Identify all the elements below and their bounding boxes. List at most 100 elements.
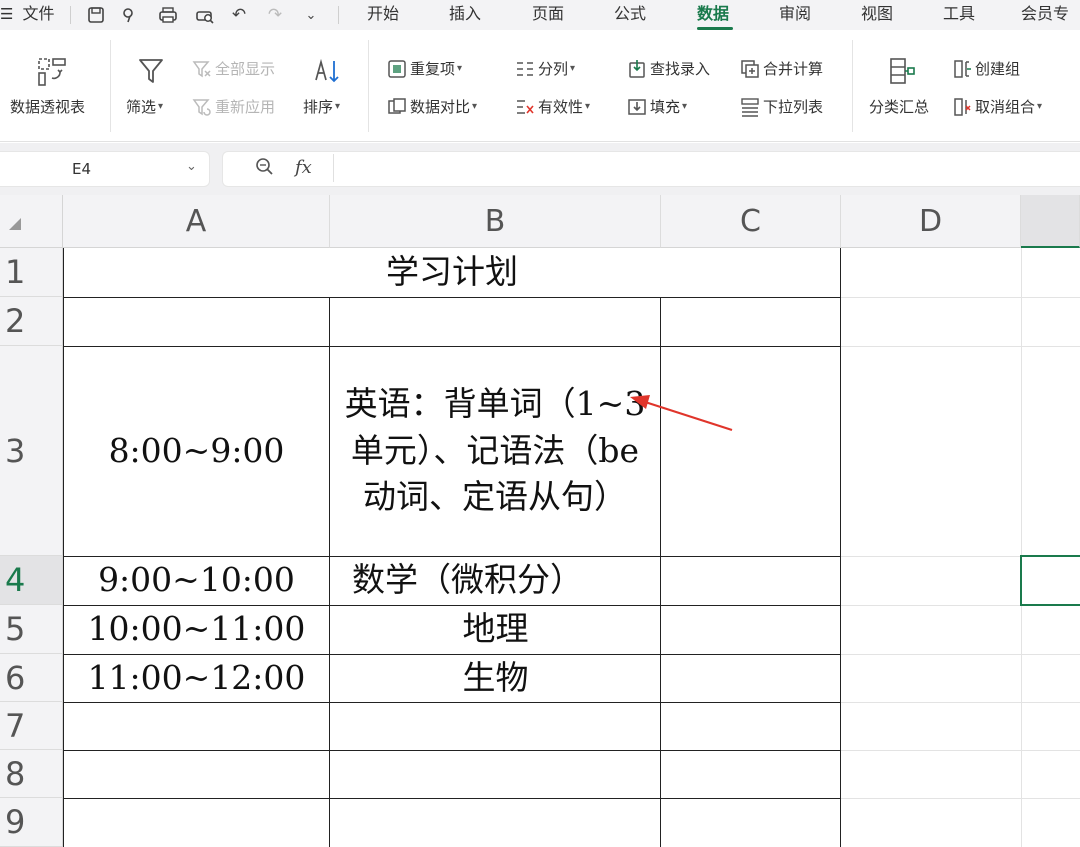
create-group-label: 创建组 [975,60,1021,78]
undo-icon[interactable]: ↶ [226,3,252,27]
show-all-button[interactable]: 全部显示 [192,58,275,79]
ungroup-button[interactable]: 取消组合 ▾ [952,96,1042,117]
tab-view[interactable]: 视图 [861,0,893,30]
cell-a3[interactable]: 8:00~9:00 [63,346,330,556]
lookup-entry-button[interactable]: 查找录入 [627,58,710,79]
fill-icon [627,97,647,117]
row-header-8[interactable]: 8 [0,750,63,798]
chevron-down-icon: ▾ [457,63,463,74]
table-border [840,248,841,847]
filter-clear-icon [192,59,212,79]
file-menu-label: 文件 [22,4,55,23]
compare-button[interactable]: 数据对比 ▾ [387,96,477,117]
cell-b6[interactable]: 生物 [330,654,661,702]
group-icon [952,59,972,79]
row-header-3[interactable]: 3 [0,346,63,556]
tab-data[interactable]: 数据 [697,0,729,30]
gridline [1021,248,1022,847]
column-header-e[interactable] [1021,195,1080,248]
tab-member[interactable]: 会员专 [1021,0,1069,30]
chevron-down-icon: ▾ [1037,101,1043,112]
select-all-corner[interactable] [0,195,63,248]
ribbon-divider [110,40,111,132]
filter-refresh-icon [192,97,212,117]
column-header-d[interactable]: D [841,195,1021,248]
split-column-label: 分列 [538,60,569,78]
zoom-icon[interactable] [255,157,275,182]
chevron-down-icon[interactable]: ⌄ [298,3,324,27]
cell-a4[interactable]: 9:00~10:00 [63,556,330,605]
file-menu[interactable]: ☰ 文件 [0,0,55,30]
name-box[interactable]: E4 ⌄ [0,151,210,187]
table-border [63,702,841,703]
row-header-9[interactable]: 9 [0,798,63,847]
cell-a6[interactable]: 11:00~12:00 [63,654,330,702]
duplicates-icon [387,59,407,79]
cell-b5[interactable]: 地理 [330,605,661,654]
column-header-b[interactable]: B [330,195,661,248]
reapply-button[interactable]: 重新应用 [192,96,275,117]
formula-input[interactable] [222,151,1080,187]
dropdown-list-label: 下拉列表 [763,98,824,116]
split-column-icon [515,59,535,79]
consolidate-button[interactable]: 合并计算 [740,58,823,79]
chevron-down-icon: ▾ [335,101,341,112]
redo-icon[interactable]: ↷ [262,3,288,27]
fill-button[interactable]: 填充 ▾ [627,96,687,117]
column-header-a[interactable]: A [63,195,330,248]
compare-label: 数据对比 [410,98,471,116]
filter-button[interactable]: 筛选 ▾ [126,96,163,117]
table-border [63,750,841,751]
chevron-down-icon: ▾ [570,63,576,74]
ungroup-icon [952,97,972,117]
cell-reference: E4 [72,160,92,178]
tab-tools[interactable]: 工具 [943,0,975,30]
cell-b3[interactable]: 英语：背单词（1~3单元）、记语法（be动词、定语从句） [336,346,654,556]
tab-review[interactable]: 审阅 [779,0,811,30]
chevron-down-icon: ▾ [682,101,688,112]
function-icon[interactable]: fx [295,157,312,178]
chevron-down-icon[interactable]: ⌄ [186,159,197,174]
ribbon-divider [852,40,853,132]
compare-icon [387,97,407,117]
row-header-5[interactable]: 5 [0,605,63,654]
subtotal-button[interactable]: 分类汇总 [869,96,929,117]
show-all-label: 全部显示 [215,60,276,78]
row-header-7[interactable]: 7 [0,702,63,750]
validity-button[interactable]: 有效性 ▾ [515,96,590,117]
export-icon[interactable] [117,3,143,27]
dropdown-list-icon [740,97,760,117]
tab-page[interactable]: 页面 [532,0,564,30]
pivot-table-button[interactable]: 数据透视表 [10,96,85,117]
print-preview-icon[interactable] [192,3,218,27]
tab-home[interactable]: 开始 [367,0,399,30]
sort-label: 排序 [303,98,334,116]
print-icon[interactable] [155,3,181,27]
create-group-button[interactable]: 创建组 [952,58,1020,79]
consolidate-label: 合并计算 [763,60,824,78]
split-column-button[interactable]: 分列 ▾ [515,58,575,79]
duplicates-button[interactable]: 重复项 ▾ [387,58,462,79]
cell-b4[interactable]: 数学（微积分） [330,556,661,605]
sort-button[interactable]: 排序 ▾ [303,96,340,117]
chevron-down-icon: ▾ [585,101,591,112]
title-cell[interactable]: 学习计划 [63,248,841,297]
ribbon-divider [368,40,369,132]
tab-formula[interactable]: 公式 [614,0,646,30]
row-header-4[interactable]: 4 [0,556,63,605]
annotation-arrow-icon [630,395,733,432]
table-border [63,297,841,298]
cell-a5[interactable]: 10:00~11:00 [63,605,330,654]
row-header-1[interactable]: 1 [0,248,63,297]
row-header-6[interactable]: 6 [0,654,63,702]
gridline [841,297,1080,298]
spreadsheet-grid[interactable]: A B C D 1 2 3 4 5 6 7 8 9 学习计划 8:00~9:00… [0,195,1080,847]
fill-label: 填充 [650,98,681,116]
row-header-2[interactable]: 2 [0,297,63,346]
dropdown-list-button[interactable]: 下拉列表 [740,96,823,117]
column-header-c[interactable]: C [661,195,841,248]
selected-cell-e4[interactable] [1020,555,1080,606]
save-icon[interactable] [83,3,109,27]
consolidate-icon [740,59,760,79]
tab-insert[interactable]: 插入 [449,0,481,30]
